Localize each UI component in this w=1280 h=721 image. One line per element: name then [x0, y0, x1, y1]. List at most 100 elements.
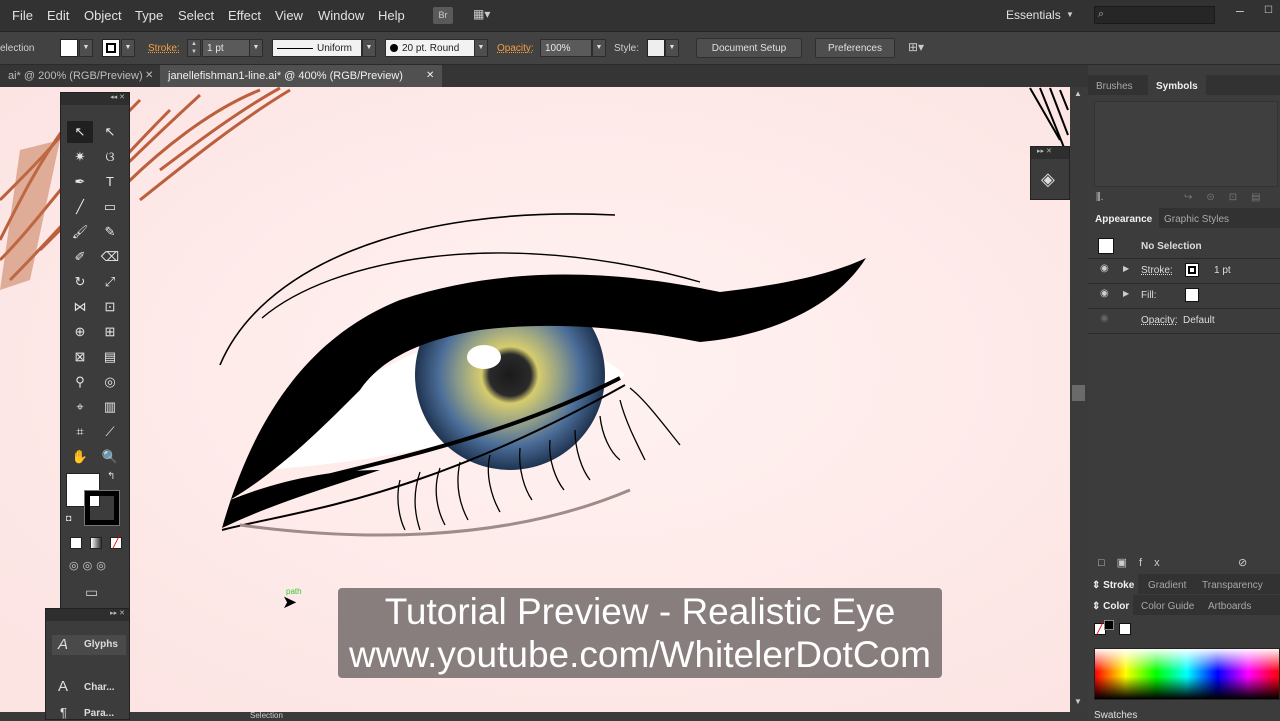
- workspace-switcher[interactable]: Essentials: [1006, 8, 1061, 22]
- scroll-up-icon[interactable]: ▲: [1074, 89, 1082, 98]
- appearance-opacity-value[interactable]: Default: [1183, 315, 1215, 326]
- menu-view[interactable]: View: [275, 8, 303, 23]
- rectangle-tool-icon[interactable]: ▭: [97, 196, 123, 218]
- fill-swatch[interactable]: [60, 39, 78, 57]
- stroke-weight-field[interactable]: 1 pt: [202, 39, 250, 57]
- color-mode-icon[interactable]: [70, 537, 82, 549]
- tab-document-1[interactable]: ai* @ 200% (RGB/Preview) ✕: [0, 65, 160, 87]
- gradient-tool-icon[interactable]: ▤: [97, 346, 123, 368]
- appearance-stroke-label[interactable]: Stroke:: [1141, 265, 1173, 276]
- graphic-style-swatch[interactable]: [647, 39, 665, 57]
- tab-swatches[interactable]: Swatches: [1094, 710, 1137, 721]
- appearance-actions-icon[interactable]: □▣fx: [1098, 556, 1172, 569]
- scroll-down-icon[interactable]: ▼: [1074, 697, 1082, 706]
- expand-arrow-icon[interactable]: ▶: [1123, 264, 1129, 273]
- clear-appearance-icon[interactable]: ⊘: [1238, 556, 1247, 569]
- appearance-stroke-swatch[interactable]: [1185, 263, 1199, 277]
- current-tool-status[interactable]: Selection: [250, 712, 283, 720]
- menu-window[interactable]: Window: [318, 8, 364, 23]
- document-setup-button[interactable]: Document Setup: [696, 38, 802, 58]
- opacity-field[interactable]: 100%: [540, 39, 592, 57]
- maximize-button[interactable]: ☐: [1264, 5, 1273, 16]
- tab-artboards[interactable]: Artboards: [1208, 601, 1251, 612]
- screen-mode-icon[interactable]: ▭: [85, 584, 98, 601]
- free-transform-tool-icon[interactable]: ⊡: [97, 296, 123, 318]
- zoom-tool-icon[interactable]: 🔍: [97, 446, 123, 468]
- profile-dropdown[interactable]: ▼: [362, 39, 376, 57]
- line-tool-icon[interactable]: ╱: [67, 196, 93, 218]
- color-spectrum[interactable]: [1094, 648, 1280, 700]
- menu-select[interactable]: Select: [178, 8, 214, 23]
- width-tool-icon[interactable]: ⋈: [67, 296, 93, 318]
- tab-gradient[interactable]: Gradient: [1148, 580, 1186, 591]
- default-colors-icon[interactable]: ◘: [66, 513, 71, 523]
- column-graph-tool-icon[interactable]: ▥: [97, 396, 123, 418]
- black-swatch[interactable]: [1104, 620, 1114, 630]
- pencil-tool-icon[interactable]: ✎: [97, 221, 123, 243]
- stroke-weight-stepper[interactable]: ▲ ▼: [187, 39, 201, 57]
- tools-panel-header[interactable]: ◂◂ ✕: [61, 93, 129, 105]
- bridge-button[interactable]: Br: [433, 7, 453, 24]
- minimize-button[interactable]: –: [1236, 2, 1244, 18]
- visibility-eye-icon[interactable]: ◉: [1100, 263, 1109, 274]
- type-tool-icon[interactable]: T: [97, 171, 123, 193]
- menu-edit[interactable]: Edit: [47, 8, 69, 23]
- appearance-fill-label[interactable]: Fill:: [1141, 290, 1157, 301]
- hand-tool-icon[interactable]: ✋: [67, 446, 93, 468]
- stroke-color-box[interactable]: [84, 490, 120, 526]
- none-mode-icon[interactable]: ╱: [110, 537, 122, 549]
- arrange-documents-button[interactable]: ▦▾: [473, 7, 501, 24]
- rotate-tool-icon[interactable]: ↻: [67, 271, 93, 293]
- blob-brush-tool-icon[interactable]: ✐: [67, 246, 93, 268]
- tab-brushes[interactable]: Brushes: [1096, 81, 1133, 92]
- paragraph-panel-button[interactable]: ¶ Para...: [52, 705, 126, 721]
- tab-symbols[interactable]: Symbols: [1148, 75, 1206, 95]
- panel-header[interactable]: ▸▸ ✕: [1031, 147, 1069, 159]
- selection-tool-icon[interactable]: ↖: [67, 121, 93, 143]
- opacity-dropdown[interactable]: ▼: [592, 39, 606, 57]
- eraser-tool-icon[interactable]: ⌫: [97, 246, 123, 268]
- brush-definition[interactable]: 20 pt. Round: [385, 39, 475, 57]
- blend-tool-icon[interactable]: ◎: [97, 371, 123, 393]
- opacity-label[interactable]: Opacity:: [497, 43, 534, 54]
- menu-help[interactable]: Help: [378, 8, 405, 23]
- tab-transparency[interactable]: Transparency: [1202, 580, 1263, 591]
- layers-icon[interactable]: ◈: [1041, 169, 1055, 190]
- paintbrush-tool-icon[interactable]: 🖌: [67, 221, 93, 243]
- vertical-scrollbar[interactable]: ▲ ▼: [1070, 87, 1088, 712]
- fill-dropdown[interactable]: ▼: [79, 39, 93, 57]
- tab-color-guide[interactable]: Color Guide: [1141, 601, 1194, 612]
- glyphs-panel-button[interactable]: A Glyphs: [52, 635, 126, 655]
- tab-document-2[interactable]: janellefishman1-line.ai* @ 400% (RGB/Pre…: [160, 65, 442, 87]
- menu-type[interactable]: Type: [135, 8, 163, 23]
- symbol-libraries-icon[interactable]: ⫼.: [1096, 192, 1103, 203]
- shape-builder-tool-icon[interactable]: ⊕: [67, 321, 93, 343]
- drawing-modes-icon[interactable]: ◎◎◎: [69, 559, 110, 572]
- eyedropper-tool-icon[interactable]: ⚲: [67, 371, 93, 393]
- character-panel-button[interactable]: A Char...: [52, 677, 126, 697]
- visibility-eye-icon[interactable]: ◉: [1100, 288, 1109, 299]
- variable-width-profile[interactable]: Uniform: [272, 39, 362, 57]
- scroll-thumb[interactable]: [1072, 385, 1085, 401]
- tab-appearance[interactable]: Appearance: [1088, 208, 1160, 228]
- close-icon[interactable]: ✕: [426, 70, 434, 81]
- appearance-stroke-value[interactable]: 1 pt: [1214, 265, 1231, 276]
- align-icon[interactable]: ⊞▾: [908, 40, 924, 54]
- tab-stroke[interactable]: ⇕ Stroke: [1088, 574, 1139, 594]
- brush-dropdown[interactable]: ▼: [474, 39, 488, 57]
- panel-header[interactable]: ▸▸ ✕: [46, 609, 129, 621]
- stroke-dropdown[interactable]: ▼: [121, 39, 135, 57]
- slice-tool-icon[interactable]: ⟋: [97, 421, 123, 443]
- symbol-sprayer-tool-icon[interactable]: ⌖: [67, 396, 93, 418]
- white-swatch[interactable]: [1119, 623, 1131, 635]
- stroke-swatch[interactable]: [102, 39, 120, 57]
- menu-effect[interactable]: Effect: [228, 8, 261, 23]
- pen-tool-icon[interactable]: ✒: [67, 171, 93, 193]
- style-dropdown[interactable]: ▼: [665, 39, 679, 57]
- tab-graphic-styles[interactable]: Graphic Styles: [1164, 214, 1229, 225]
- lasso-tool-icon[interactable]: ଓ: [97, 146, 123, 168]
- artboard-tool-icon[interactable]: ⌗: [67, 421, 93, 443]
- preferences-button[interactable]: Preferences: [815, 38, 895, 58]
- close-icon[interactable]: ✕: [145, 70, 153, 81]
- appearance-fill-swatch[interactable]: [1185, 288, 1199, 302]
